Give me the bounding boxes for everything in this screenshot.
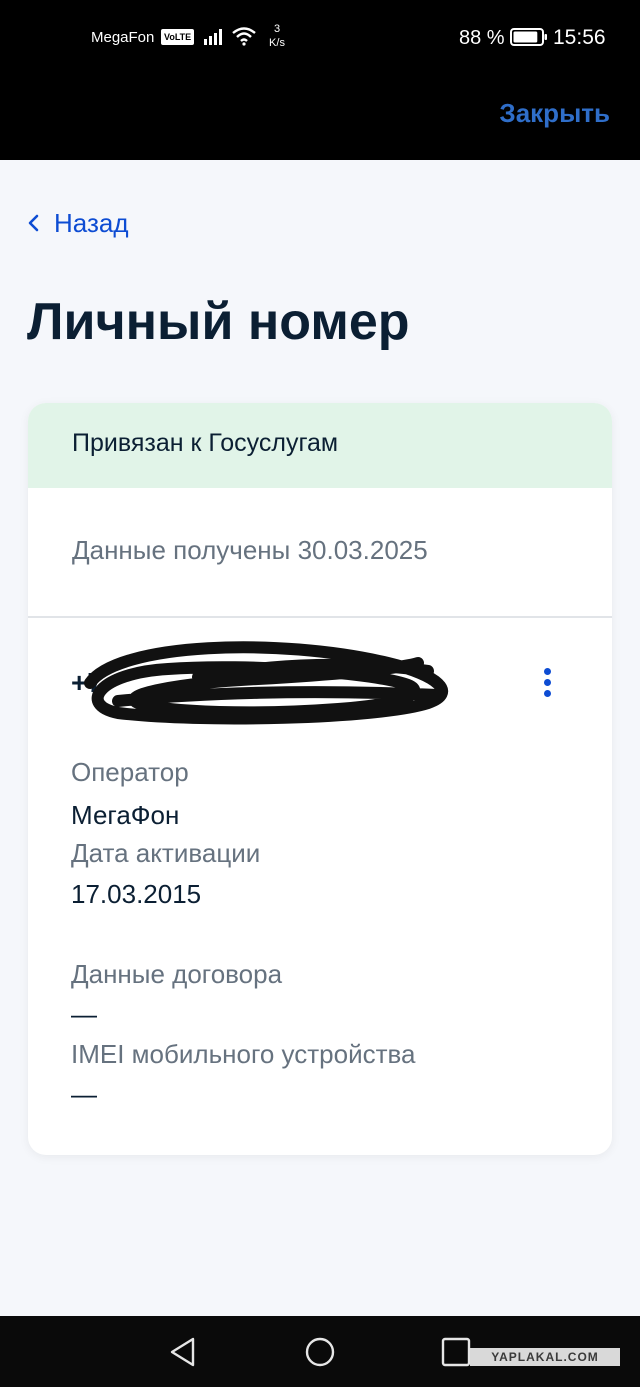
more-vertical-icon xyxy=(532,668,562,697)
operator-value: МегаФон xyxy=(71,800,180,830)
contract-value: — xyxy=(71,999,97,1029)
chevron-left-icon xyxy=(28,214,39,232)
imei-value: — xyxy=(71,1079,97,1109)
clock: 15:56 xyxy=(553,26,606,49)
operator-label: Оператор xyxy=(71,757,189,787)
divider xyxy=(28,616,612,618)
contract-label: Данные договора xyxy=(71,959,283,989)
watermark: YAPLAKAL.COM xyxy=(470,1348,620,1366)
signal-icon xyxy=(204,29,222,45)
carrier-name: MegaFon xyxy=(91,29,155,46)
wifi-icon xyxy=(232,27,256,46)
network-speed: 3 K/s xyxy=(263,22,291,50)
battery-icon xyxy=(510,28,547,46)
activation-date-label: Дата активации xyxy=(71,838,261,868)
redaction-scribble xyxy=(84,641,448,725)
circle-home-icon[interactable] xyxy=(304,1336,336,1368)
back-link[interactable]: Назад xyxy=(26,205,129,241)
status-banner-text: Привязан к Госуслугам xyxy=(72,429,339,457)
square-recent-icon[interactable] xyxy=(441,1337,471,1367)
page-title: Личный номер xyxy=(27,293,410,351)
battery-percent: 88 % xyxy=(459,27,505,49)
battery-fill xyxy=(513,31,538,43)
close-button[interactable]: Закрыть xyxy=(499,97,610,129)
phone-number-card: Привязан к Госуслугам Данные получены 30… xyxy=(28,403,612,1155)
status-bar: MegaFon VoLTE 3 K/s 88 % 15:56 Закрыть xyxy=(0,0,640,160)
network-speed-unit: K/s xyxy=(269,37,285,49)
status-banner: Привязан к Госуслугам xyxy=(28,403,612,488)
network-speed-value: 3 xyxy=(273,23,281,35)
back-label: Назад xyxy=(54,208,129,238)
imei-label: IMEI мобильного устройства xyxy=(71,1039,416,1069)
triangle-back-icon[interactable] xyxy=(168,1336,198,1368)
data-received-text: Данные получены 30.03.2025 xyxy=(72,535,428,565)
more-options-button[interactable] xyxy=(532,665,562,705)
volte-badge: VoLTE xyxy=(161,29,195,45)
activation-date-value: 17.03.2015 xyxy=(71,879,202,909)
